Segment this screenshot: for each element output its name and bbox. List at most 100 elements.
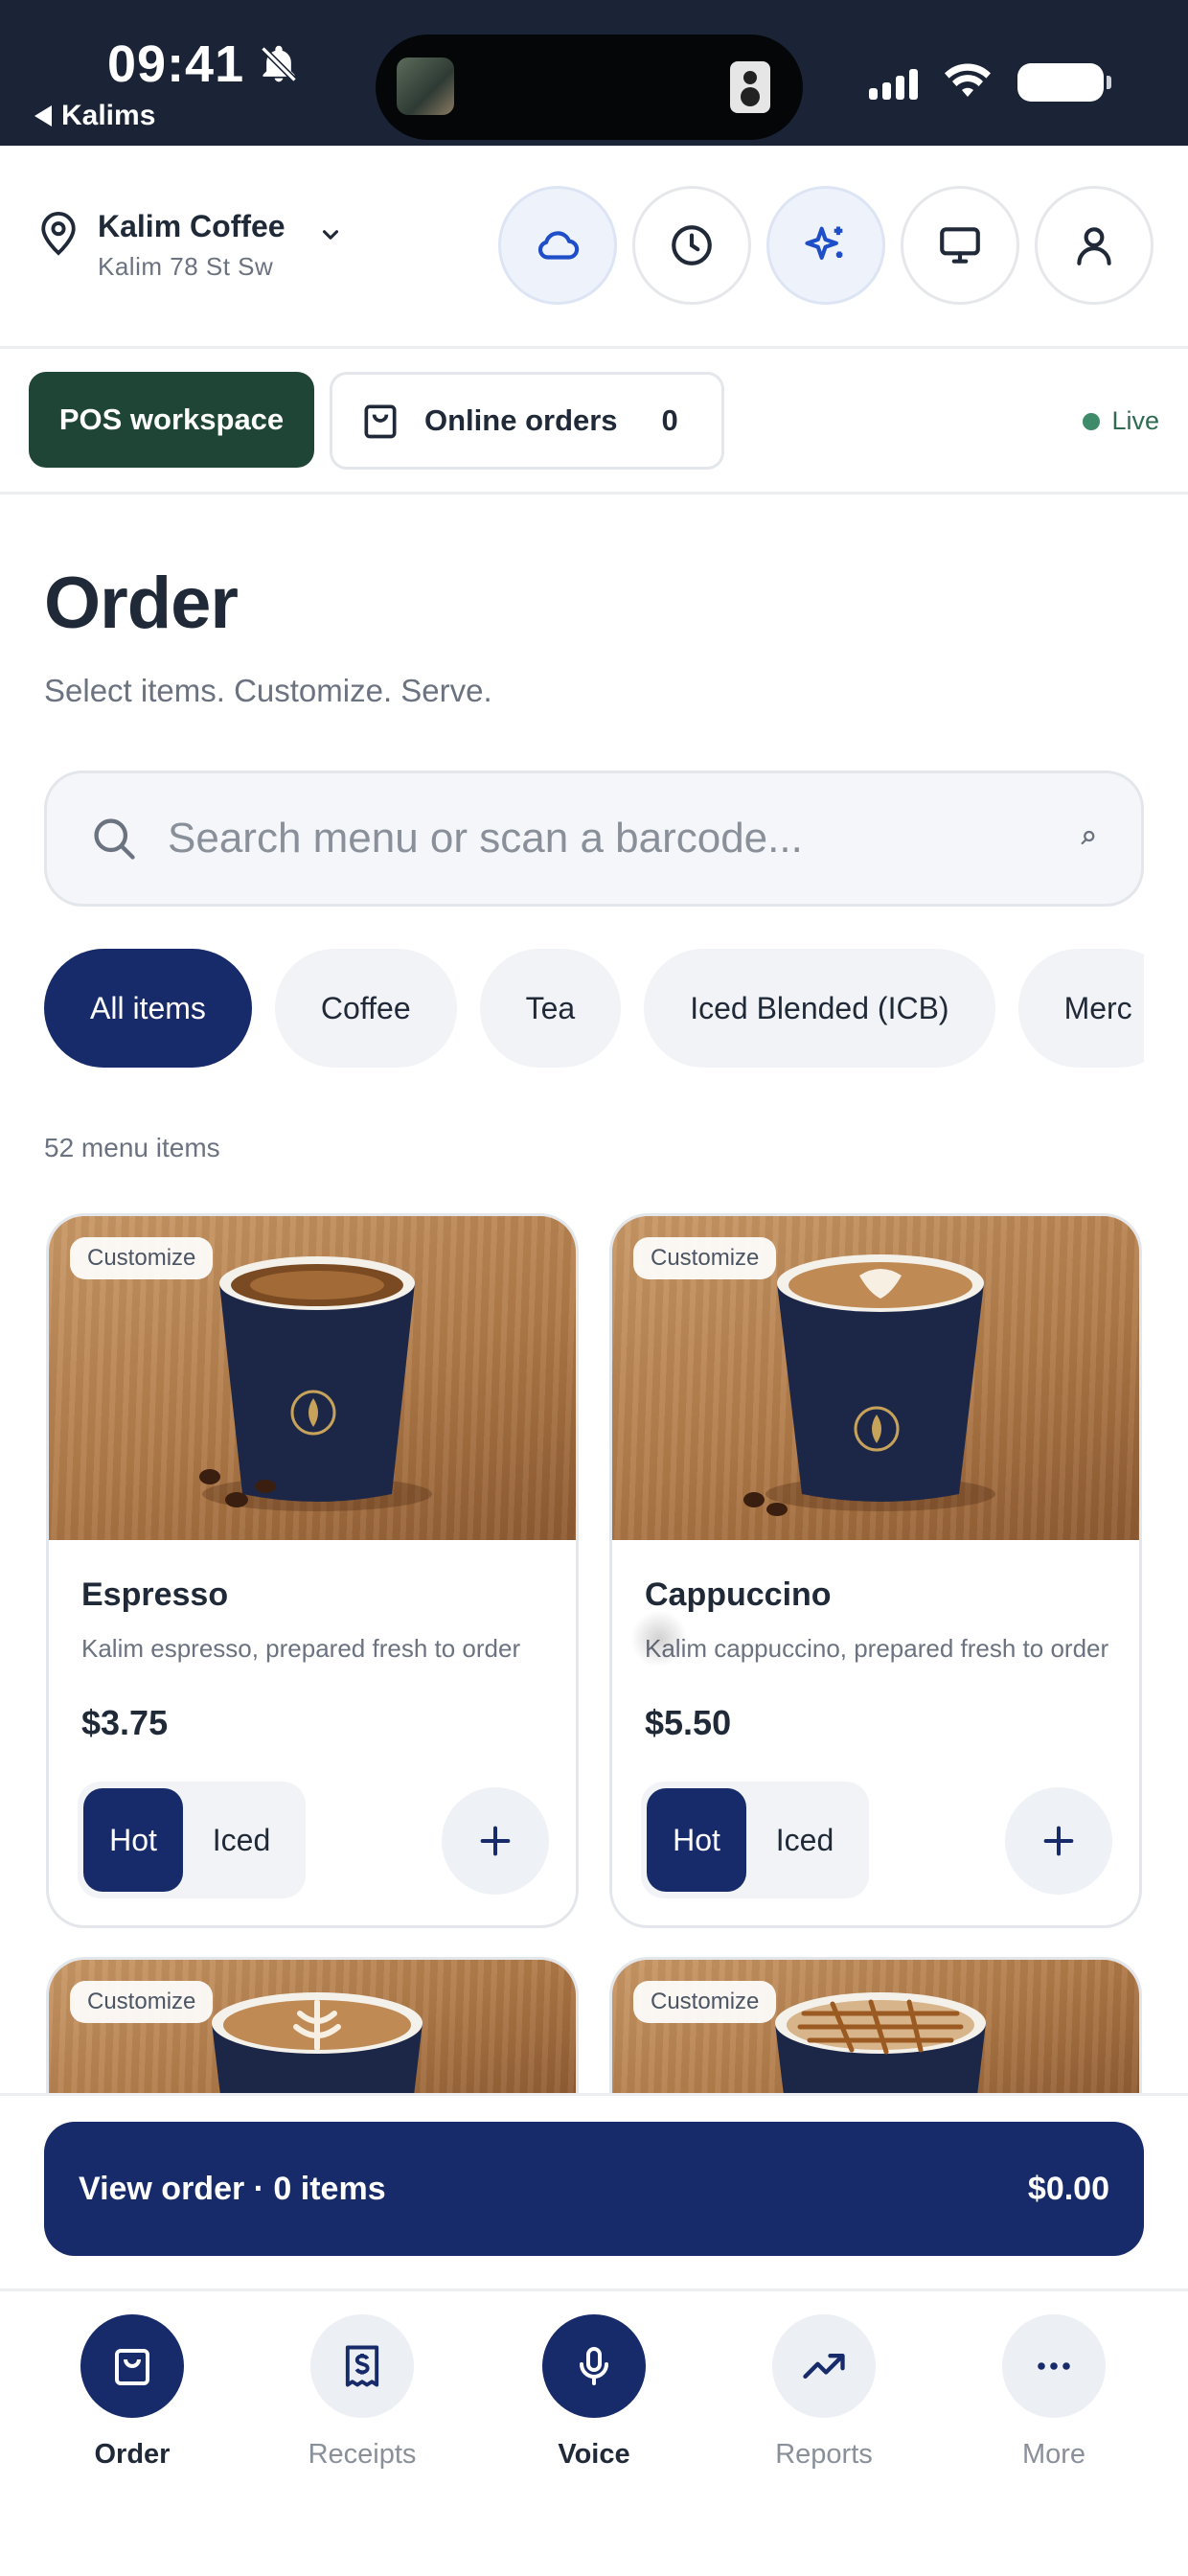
back-app-label: Kalims (61, 100, 156, 131)
cloud-sync-button[interactable] (498, 186, 617, 305)
top-header: Kalim Coffee Kalim 78 St Sw (0, 146, 1188, 349)
product-name: Cappuccino (645, 1576, 832, 1613)
plus-icon (1043, 1826, 1074, 1856)
view-order-button[interactable]: View order · 0 items $0.00 (44, 2122, 1144, 2256)
bottom-tab-bar: Order Receipts Voice Reports More (0, 2288, 1188, 2576)
history-button[interactable] (632, 186, 751, 305)
hot-option[interactable]: Hot (83, 1788, 183, 1892)
category-chip-tea[interactable]: Tea (479, 949, 622, 1068)
hot-option[interactable]: Hot (647, 1788, 746, 1892)
back-triangle-icon (34, 105, 52, 126)
microphone-icon (542, 2314, 646, 2418)
category-filter-bar: All items Coffee Tea Iced Blended (ICB) … (44, 949, 1144, 1071)
cappuccino-photo: Customize (612, 1216, 1139, 1540)
product-description: Kalim cappuccino, prepared fresh to orde… (645, 1634, 1109, 1663)
search-icon (94, 818, 135, 860)
shopping-bag-icon (80, 2314, 184, 2418)
tab-label: More (1021, 2439, 1086, 2470)
sparkles-icon (805, 226, 843, 261)
latte-photo: Customize (49, 1960, 576, 2101)
espresso-photo: Customize (49, 1216, 576, 1540)
product-card-cappuccino[interactable]: Customize Cappuccino Kalim cappuccino, p… (609, 1213, 1142, 1928)
menu-search-input[interactable]: Search menu or scan a barcode... (44, 770, 1144, 907)
touch-cursor-indicator (630, 1610, 688, 1668)
add-to-order-button[interactable] (1005, 1787, 1112, 1895)
page-title: Order (44, 563, 239, 644)
category-chip-merch[interactable]: Merc (1017, 949, 1144, 1068)
category-chip-iced-blended[interactable]: Iced Blended (ICB) (644, 949, 995, 1068)
map-pin-icon (41, 212, 76, 256)
customize-badge: Customize (633, 1981, 777, 2023)
ai-assistant-button[interactable] (766, 186, 885, 305)
customize-badge: Customize (633, 1237, 777, 1279)
wifi-icon (945, 63, 991, 97)
product-card-caramel[interactable]: Customize (609, 1957, 1142, 2101)
order-total: $0.00 (1027, 2170, 1109, 2207)
product-card-espresso[interactable]: Customize Espresso Kalim espresso, prepa… (46, 1213, 579, 1928)
tab-more[interactable]: More (958, 2314, 1150, 2471)
plus-icon (480, 1826, 511, 1856)
receipt-icon (310, 2314, 414, 2418)
tab-label: Receipts (308, 2439, 417, 2470)
cloud-icon (537, 231, 580, 260)
status-indicators (869, 63, 1111, 102)
product-price: $5.50 (645, 1703, 732, 1742)
bell-muted-icon (261, 45, 297, 82)
online-orders-button[interactable]: Online orders 0 (330, 372, 724, 470)
small-search-icon (1081, 830, 1095, 845)
status-time-group: 09:41 (107, 34, 300, 94)
shopping-bag-icon (364, 404, 397, 439)
pos-workspace-button[interactable]: POS workspace (29, 372, 314, 468)
tab-order[interactable]: Order (36, 2314, 228, 2471)
speaker-icon (730, 61, 770, 113)
menu-item-count: 52 menu items (44, 1133, 220, 1162)
caramel-photo: Customize (612, 1960, 1139, 2101)
location-address: Kalim 78 St Sw (98, 252, 274, 281)
tab-label: Reports (775, 2439, 873, 2470)
online-orders-count: 0 (661, 403, 678, 437)
search-placeholder: Search menu or scan a barcode... (168, 815, 803, 862)
live-status-label: Live (1111, 406, 1159, 435)
battery-icon (1017, 63, 1111, 102)
temperature-toggle: Hot Iced (641, 1782, 869, 1898)
tab-label: Voice (558, 2439, 630, 2470)
customize-badge: Customize (70, 1237, 214, 1279)
workspace-bar: POS workspace Online orders 0 Live (0, 351, 1188, 494)
temperature-toggle: Hot Iced (78, 1782, 306, 1898)
tab-voice[interactable]: Voice (498, 2314, 690, 2471)
category-chip-coffee[interactable]: Coffee (274, 949, 457, 1068)
display-button[interactable] (901, 186, 1019, 305)
online-orders-label: Online orders (424, 403, 618, 437)
profile-button[interactable] (1035, 186, 1154, 305)
live-dot-icon (1083, 412, 1101, 430)
location-name: Kalim Coffee (98, 209, 286, 243)
tab-receipts[interactable]: Receipts (266, 2314, 458, 2471)
iced-option[interactable]: Iced (746, 1788, 863, 1892)
trending-up-icon (772, 2314, 876, 2418)
product-card-latte[interactable]: Customize (46, 1957, 579, 2101)
iced-option[interactable]: Iced (183, 1788, 300, 1892)
chevron-down-icon (322, 230, 338, 240)
page-subtitle: Select items. Customize. Serve. (44, 673, 492, 708)
product-description: Kalim espresso, prepared fresh to order (81, 1634, 521, 1663)
location-selector[interactable]: Kalim Coffee Kalim 78 St Sw (38, 209, 343, 282)
dynamic-island (376, 34, 803, 140)
status-bar: 09:41 Kalims (0, 0, 1188, 146)
live-status: Live (1083, 406, 1159, 436)
cellular-signal-icon (869, 65, 918, 100)
now-playing-thumbnail (397, 58, 454, 115)
status-time: 09:41 (107, 35, 245, 93)
product-price: $3.75 (81, 1703, 169, 1742)
back-to-app-button[interactable]: Kalims (34, 100, 155, 132)
clock-icon (672, 225, 712, 265)
tab-label: Order (94, 2439, 171, 2470)
tab-reports[interactable]: Reports (728, 2314, 920, 2471)
monitor-icon (940, 227, 980, 264)
user-icon (1077, 227, 1111, 265)
add-to-order-button[interactable] (442, 1787, 549, 1895)
category-chip-all-items[interactable]: All items (44, 949, 252, 1068)
product-name: Espresso (81, 1576, 229, 1613)
customize-badge: Customize (70, 1981, 214, 2023)
more-icon (1002, 2314, 1106, 2418)
view-order-label: View order · 0 items (79, 2170, 386, 2207)
